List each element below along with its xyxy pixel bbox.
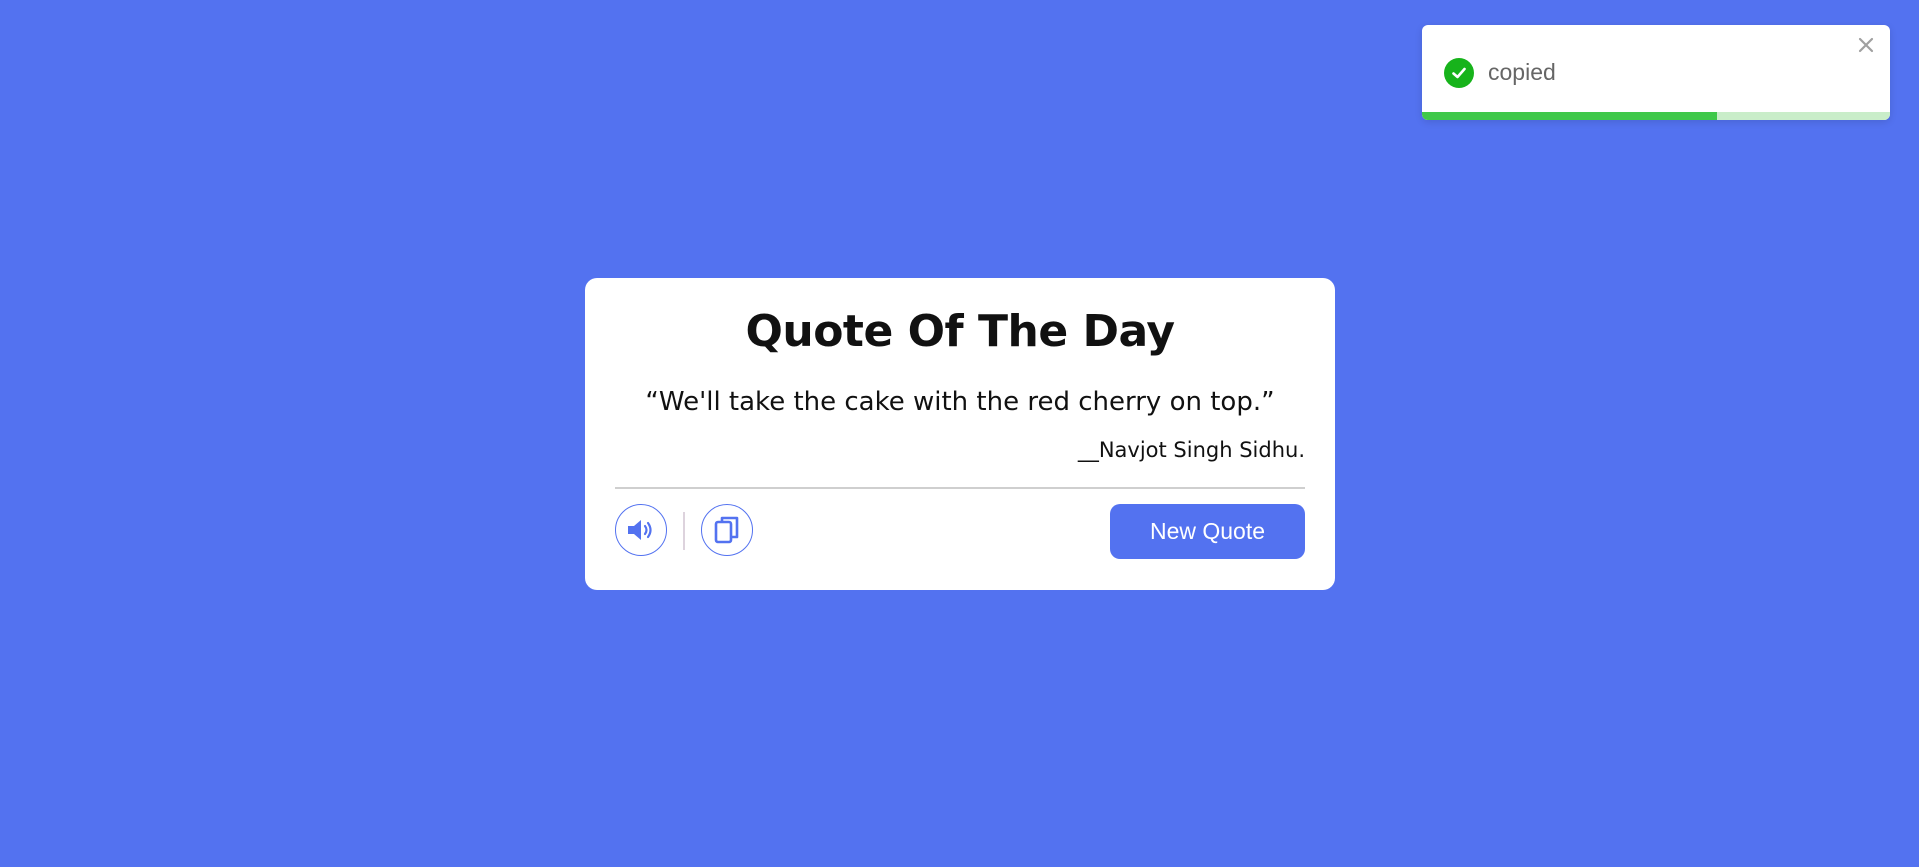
copy-button[interactable] xyxy=(701,504,753,556)
toast-message: copied xyxy=(1488,59,1556,85)
close-icon[interactable] xyxy=(1854,33,1878,57)
quote-author: __Navjot Singh Sidhu. xyxy=(1077,438,1305,462)
button-separator xyxy=(683,512,685,550)
button-row: New Quote xyxy=(615,504,1305,559)
toast-progress-fill xyxy=(1422,112,1717,120)
copy-icon xyxy=(714,516,739,544)
page-title: Quote Of The Day xyxy=(745,306,1175,357)
new-quote-button[interactable]: New Quote xyxy=(1110,504,1305,559)
divider xyxy=(615,487,1305,489)
toast-notification: copied xyxy=(1422,25,1890,120)
toast-progress-track xyxy=(1422,112,1890,120)
quote-card: Quote Of The Day “We'll take the cake wi… xyxy=(585,278,1335,590)
quote-text: “We'll take the cake with the red cherry… xyxy=(645,387,1275,417)
speaker-icon xyxy=(628,520,652,540)
check-circle-icon xyxy=(1444,58,1474,88)
speech-button[interactable] xyxy=(615,504,667,556)
